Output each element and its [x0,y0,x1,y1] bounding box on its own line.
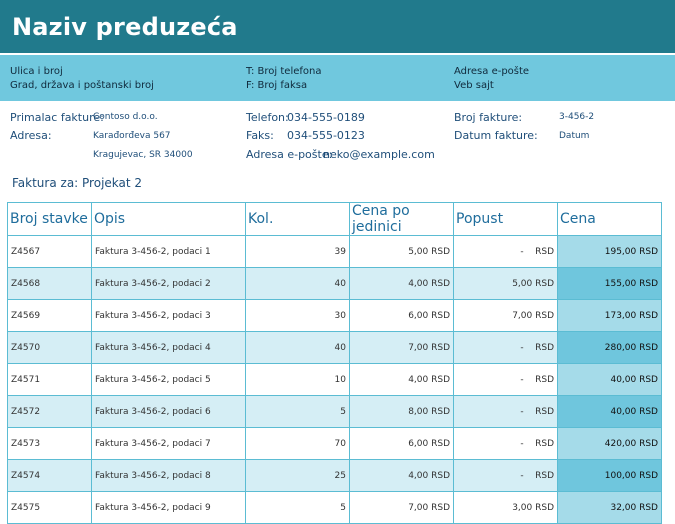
cell-description[interactable]: Faktura 3-456-2, podaci 6 [91,395,246,428]
city-field: Grad, država i poštanski broj [10,80,154,91]
cell-description[interactable]: Faktura 3-456-2, podaci 5 [91,363,246,396]
invoice-number-label: Broj fakture: [454,111,523,124]
cell-description[interactable]: Faktura 3-456-2, podaci 3 [91,299,246,332]
cell-description[interactable]: Faktura 3-456-2, podaci 7 [91,427,246,460]
cell-item-number[interactable]: Z4574 [7,459,92,492]
phone-label: Telefon: [246,111,289,124]
cell-item-number[interactable]: Z4573 [7,427,92,460]
cell-discount[interactable]: - RSD [453,395,558,428]
fax-value: 034-555-0123 [287,129,365,142]
fax-field: F: Broj faksa [246,80,308,91]
cell-discount[interactable]: - RSD [453,459,558,492]
cell-unit-price[interactable]: 4,00 RSD [349,459,454,492]
email-label: Adresa e-pošte: [246,148,333,161]
cell-unit-price[interactable]: 7,00 RSD [349,331,454,364]
table-row: Z4571 Faktura 3-456-2, podaci 5 10 4,00 RSD… [7,363,662,396]
cell-discount[interactable]: 3,00 RSD [453,491,558,524]
cell-discount[interactable]: 7,00 RSD [453,299,558,332]
cell-price[interactable]: 420,00 RSD [557,427,662,460]
cell-unit-price[interactable]: 4,00 RSD [349,267,454,300]
cell-description[interactable]: Faktura 3-456-2, podaci 4 [91,331,246,364]
cell-item-number[interactable]: Z4569 [7,299,92,332]
email-value: neko@example.com [323,148,435,161]
cell-price[interactable]: 155,00 RSD [557,267,662,300]
header-quantity: Kol. [245,202,350,236]
cell-description[interactable]: Faktura 3-456-2, podaci 1 [91,235,246,268]
table-row: Z4570 Faktura 3-456-2, podaci 4 40 7,00 RSD… [7,331,662,364]
phone-field: T: Broj telefona [246,66,322,77]
cell-unit-price[interactable]: 7,00 RSD [349,491,454,524]
recipient-name: Contoso d.o.o. [93,112,158,122]
table-row: Z4567 Faktura 3-456-2, podaci 1 39 5,00 RSD… [7,235,662,268]
cell-unit-price[interactable]: 6,00 RSD [349,427,454,460]
recipient-city: Kragujevac, SR 34000 [93,150,193,160]
cell-quantity[interactable]: 10 [245,363,350,396]
company-name: Naziv preduzeća [12,13,238,41]
cell-quantity[interactable]: 5 [245,395,350,428]
cell-price[interactable]: 173,00 RSD [557,299,662,332]
line-items-table: Broj stavke Opis Kol. Cena po jedinici P… [7,202,662,524]
website-field: Veb sajt [454,80,494,91]
table-row: Z4574 Faktura 3-456-2, podaci 8 25 4,00 RSD… [7,459,662,492]
invoice-date: Datum [559,131,590,141]
header-discount: Popust [453,202,558,236]
cell-discount[interactable]: 5,00 RSD [453,267,558,300]
cell-price[interactable]: 40,00 RSD [557,395,662,428]
cell-unit-price[interactable]: 6,00 RSD [349,299,454,332]
cell-discount[interactable]: - RSD [453,427,558,460]
table-row: Z4572 Faktura 3-456-2, podaci 6 5 8,00 RSD -… [7,395,662,428]
table-row: Z4569 Faktura 3-456-2, podaci 3 30 6,00 RSD… [7,299,662,332]
cell-quantity[interactable]: 39 [245,235,350,268]
cell-item-number[interactable]: Z4572 [7,395,92,428]
cell-discount[interactable]: - RSD [453,235,558,268]
cell-quantity[interactable]: 5 [245,491,350,524]
cell-price[interactable]: 195,00 RSD [557,235,662,268]
fax-label: Faks: [246,129,274,142]
cell-quantity[interactable]: 40 [245,331,350,364]
address-label: Adresa: [10,129,52,142]
cell-discount[interactable]: - RSD [453,363,558,396]
recipient-label: Primalac fakture: [10,111,104,124]
table-row: Z4568 Faktura 3-456-2, podaci 2 40 4,00 RSD… [7,267,662,300]
cell-unit-price[interactable]: 8,00 RSD [349,395,454,428]
cell-item-number[interactable]: Z4570 [7,331,92,364]
cell-price[interactable]: 280,00 RSD [557,331,662,364]
recipient-street: Karađorđeva 567 [93,131,171,141]
header-price: Cena [557,202,662,236]
invoice-number: 3-456-2 [559,112,595,122]
table-row: Z4573 Faktura 3-456-2, podaci 7 70 6,00 RSD… [7,427,662,460]
table-row: Z4575 Faktura 3-456-2, podaci 9 5 7,00 RSD 3… [7,491,662,524]
cell-description[interactable]: Faktura 3-456-2, podaci 8 [91,459,246,492]
cell-price[interactable]: 32,00 RSD [557,491,662,524]
cell-price[interactable]: 100,00 RSD [557,459,662,492]
street-field: Ulica i broj [10,66,63,77]
address-band: Ulica i broj Grad, država i poštanski br… [0,55,675,101]
email-field: Adresa e-pošte [454,66,530,77]
cell-description[interactable]: Faktura 3-456-2, podaci 2 [91,267,246,300]
cell-price[interactable]: 40,00 RSD [557,363,662,396]
title-band: Naziv preduzeća [0,0,675,53]
table-header-row: Broj stavke Opis Kol. Cena po jedinici P… [7,202,662,236]
cell-item-number[interactable]: Z4568 [7,267,92,300]
cell-item-number[interactable]: Z4571 [7,363,92,396]
phone-value: 034-555-0189 [287,111,365,124]
invoice-date-label: Datum fakture: [454,129,538,142]
cell-item-number[interactable]: Z4575 [7,491,92,524]
cell-item-number[interactable]: Z4567 [7,235,92,268]
cell-quantity[interactable]: 25 [245,459,350,492]
cell-discount[interactable]: - RSD [453,331,558,364]
cell-description[interactable]: Faktura 3-456-2, podaci 9 [91,491,246,524]
cell-quantity[interactable]: 30 [245,299,350,332]
header-unit-price: Cena po jedinici [349,202,454,236]
invoice-for-line: Faktura za: Projekat 2 [12,176,143,190]
header-item-number: Broj stavke [7,202,92,236]
cell-quantity[interactable]: 70 [245,427,350,460]
cell-quantity[interactable]: 40 [245,267,350,300]
cell-unit-price[interactable]: 4,00 RSD [349,363,454,396]
cell-unit-price[interactable]: 5,00 RSD [349,235,454,268]
header-description: Opis [91,202,246,236]
